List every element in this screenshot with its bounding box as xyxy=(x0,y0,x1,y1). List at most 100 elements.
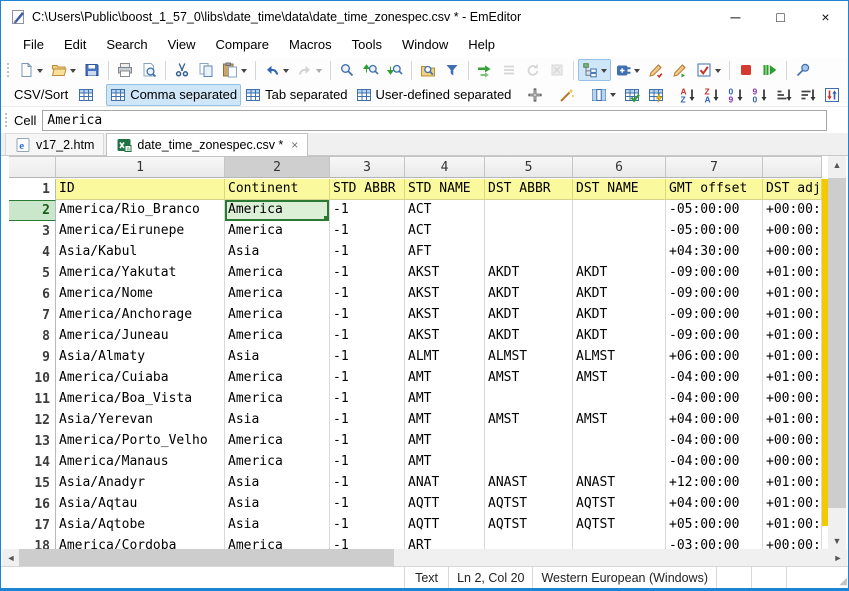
cell-selection-mode-button[interactable] xyxy=(523,84,547,106)
cell[interactable]: +06:00:00 xyxy=(666,347,763,368)
dropdown-arrow-icon[interactable] xyxy=(316,69,322,76)
cell[interactable]: AMT xyxy=(405,452,485,473)
cell[interactable] xyxy=(573,242,666,263)
cell[interactable]: -1 xyxy=(330,431,405,452)
auto-adjust-button[interactable] xyxy=(555,84,579,106)
cell[interactable] xyxy=(573,431,666,452)
cell[interactable]: America/Anchorage xyxy=(56,305,225,326)
cell[interactable]: Asia/Aqtau xyxy=(56,494,225,515)
maximize-button[interactable]: □ xyxy=(758,1,803,32)
cell[interactable]: -1 xyxy=(330,389,405,410)
dropdown-arrow-icon[interactable] xyxy=(601,69,607,76)
find-previous-button[interactable] xyxy=(359,59,383,81)
row-number[interactable]: 1 xyxy=(9,179,56,200)
header-cell[interactable]: STD NAME xyxy=(405,179,485,200)
row-number[interactable]: 18 xyxy=(9,536,56,549)
header-cell[interactable]: ID xyxy=(56,179,225,200)
cell[interactable]: AQTST xyxy=(485,494,573,515)
cell[interactable] xyxy=(485,242,573,263)
cell[interactable]: +00:00: xyxy=(763,452,822,473)
cell[interactable]: AMST xyxy=(485,410,573,431)
cell[interactable]: AKDT xyxy=(485,263,573,284)
quick-convert-button[interactable] xyxy=(644,84,668,106)
menu-view[interactable]: View xyxy=(158,32,206,57)
cell[interactable]: -1 xyxy=(330,536,405,549)
horizontal-scrollbar[interactable]: ◄ ► xyxy=(2,549,847,566)
vertical-scroll-thumb[interactable] xyxy=(828,178,846,508)
cell[interactable]: Asia/Aqtobe xyxy=(56,515,225,536)
cell[interactable]: -1 xyxy=(330,347,405,368)
menu-edit[interactable]: Edit xyxy=(54,32,96,57)
cell[interactable]: +01:00: xyxy=(763,410,822,431)
column-header-6[interactable]: 6 xyxy=(573,157,666,177)
cell[interactable]: Asia xyxy=(225,347,330,368)
header-cell[interactable]: DST adj xyxy=(763,179,822,200)
cell[interactable]: America/Eirunepe xyxy=(56,221,225,242)
tab-date-time-zonespec-csv[interactable]: adate_time_zonespec.csv *× xyxy=(106,133,308,156)
row-number[interactable]: 10 xyxy=(9,368,56,389)
cell[interactable]: America/Cuiaba xyxy=(56,368,225,389)
row-number[interactable]: 2 xyxy=(9,200,56,221)
cell[interactable]: AKDT xyxy=(485,305,573,326)
cell[interactable]: ART xyxy=(405,536,485,549)
cell[interactable]: America xyxy=(225,284,330,305)
cell[interactable]: -1 xyxy=(330,368,405,389)
cell[interactable]: AQTST xyxy=(573,494,666,515)
cell[interactable]: AKST xyxy=(405,305,485,326)
row-number[interactable]: 7 xyxy=(9,305,56,326)
header-cell[interactable]: Continent xyxy=(225,179,330,200)
compare-button[interactable] xyxy=(473,59,497,81)
dropdown-arrow-icon[interactable] xyxy=(715,69,721,76)
cell[interactable]: AMT xyxy=(405,368,485,389)
sort-longest-to-shortest-button[interactable] xyxy=(796,84,820,106)
menu-compare[interactable]: Compare xyxy=(206,32,279,57)
cell[interactable]: AMT xyxy=(405,431,485,452)
resize-grip[interactable]: ◢ xyxy=(839,577,847,587)
cell[interactable]: America xyxy=(225,326,330,347)
cell[interactable]: AKST xyxy=(405,326,485,347)
cell[interactable]: America/Cordoba xyxy=(56,536,225,549)
scroll-left-icon[interactable]: ◄ xyxy=(2,549,20,566)
cell[interactable]: AFT xyxy=(405,242,485,263)
cell[interactable]: ALMST xyxy=(573,347,666,368)
row-number[interactable]: 8 xyxy=(9,326,56,347)
scroll-right-icon[interactable]: ► xyxy=(829,549,847,566)
cell[interactable]: -04:00:00 xyxy=(666,452,763,473)
dropdown-arrow-icon[interactable] xyxy=(283,69,289,76)
row-number[interactable]: 4 xyxy=(9,242,56,263)
dropdown-arrow-icon[interactable] xyxy=(634,69,640,76)
scroll-up-icon[interactable]: ▲ xyxy=(828,156,846,173)
cell[interactable]: AQTST xyxy=(485,515,573,536)
cell[interactable]: -1 xyxy=(330,305,405,326)
column-header-4[interactable]: 4 xyxy=(405,157,485,177)
re-compare-button[interactable] xyxy=(521,59,545,81)
cell[interactable]: +00:00: xyxy=(763,242,822,263)
cell[interactable]: +00:00: xyxy=(763,221,822,242)
sort-smallest-to-largest-button[interactable]: 09 xyxy=(724,84,748,106)
cell[interactable]: AKST xyxy=(405,263,485,284)
cell[interactable]: AMT xyxy=(405,389,485,410)
run-button[interactable] xyxy=(758,59,782,81)
cell[interactable]: -09:00:00 xyxy=(666,305,763,326)
cell[interactable]: America xyxy=(225,452,330,473)
cell[interactable]: +05:00:00 xyxy=(666,515,763,536)
record-macro-button[interactable] xyxy=(644,59,668,81)
cell[interactable]: ANAST xyxy=(485,473,573,494)
paste-button[interactable] xyxy=(218,59,251,81)
row-number[interactable]: 13 xyxy=(9,431,56,452)
open-file-button[interactable] xyxy=(47,59,80,81)
cell[interactable]: Asia/Kabul xyxy=(56,242,225,263)
cell[interactable]: AKST xyxy=(405,284,485,305)
cell[interactable]: +04:00:00 xyxy=(666,494,763,515)
print-button[interactable] xyxy=(113,59,137,81)
validate-csv-button[interactable] xyxy=(620,84,644,106)
vertical-scrollbar[interactable]: ▲ ▼ xyxy=(828,156,846,549)
cell[interactable]: Asia xyxy=(225,242,330,263)
cell[interactable]: ANAT xyxy=(405,473,485,494)
cell[interactable]: -09:00:00 xyxy=(666,284,763,305)
outline-button[interactable] xyxy=(578,59,611,81)
cell[interactable] xyxy=(485,431,573,452)
cell[interactable]: America xyxy=(225,221,330,242)
plug-ins-button[interactable] xyxy=(611,59,644,81)
cell[interactable] xyxy=(573,536,666,549)
